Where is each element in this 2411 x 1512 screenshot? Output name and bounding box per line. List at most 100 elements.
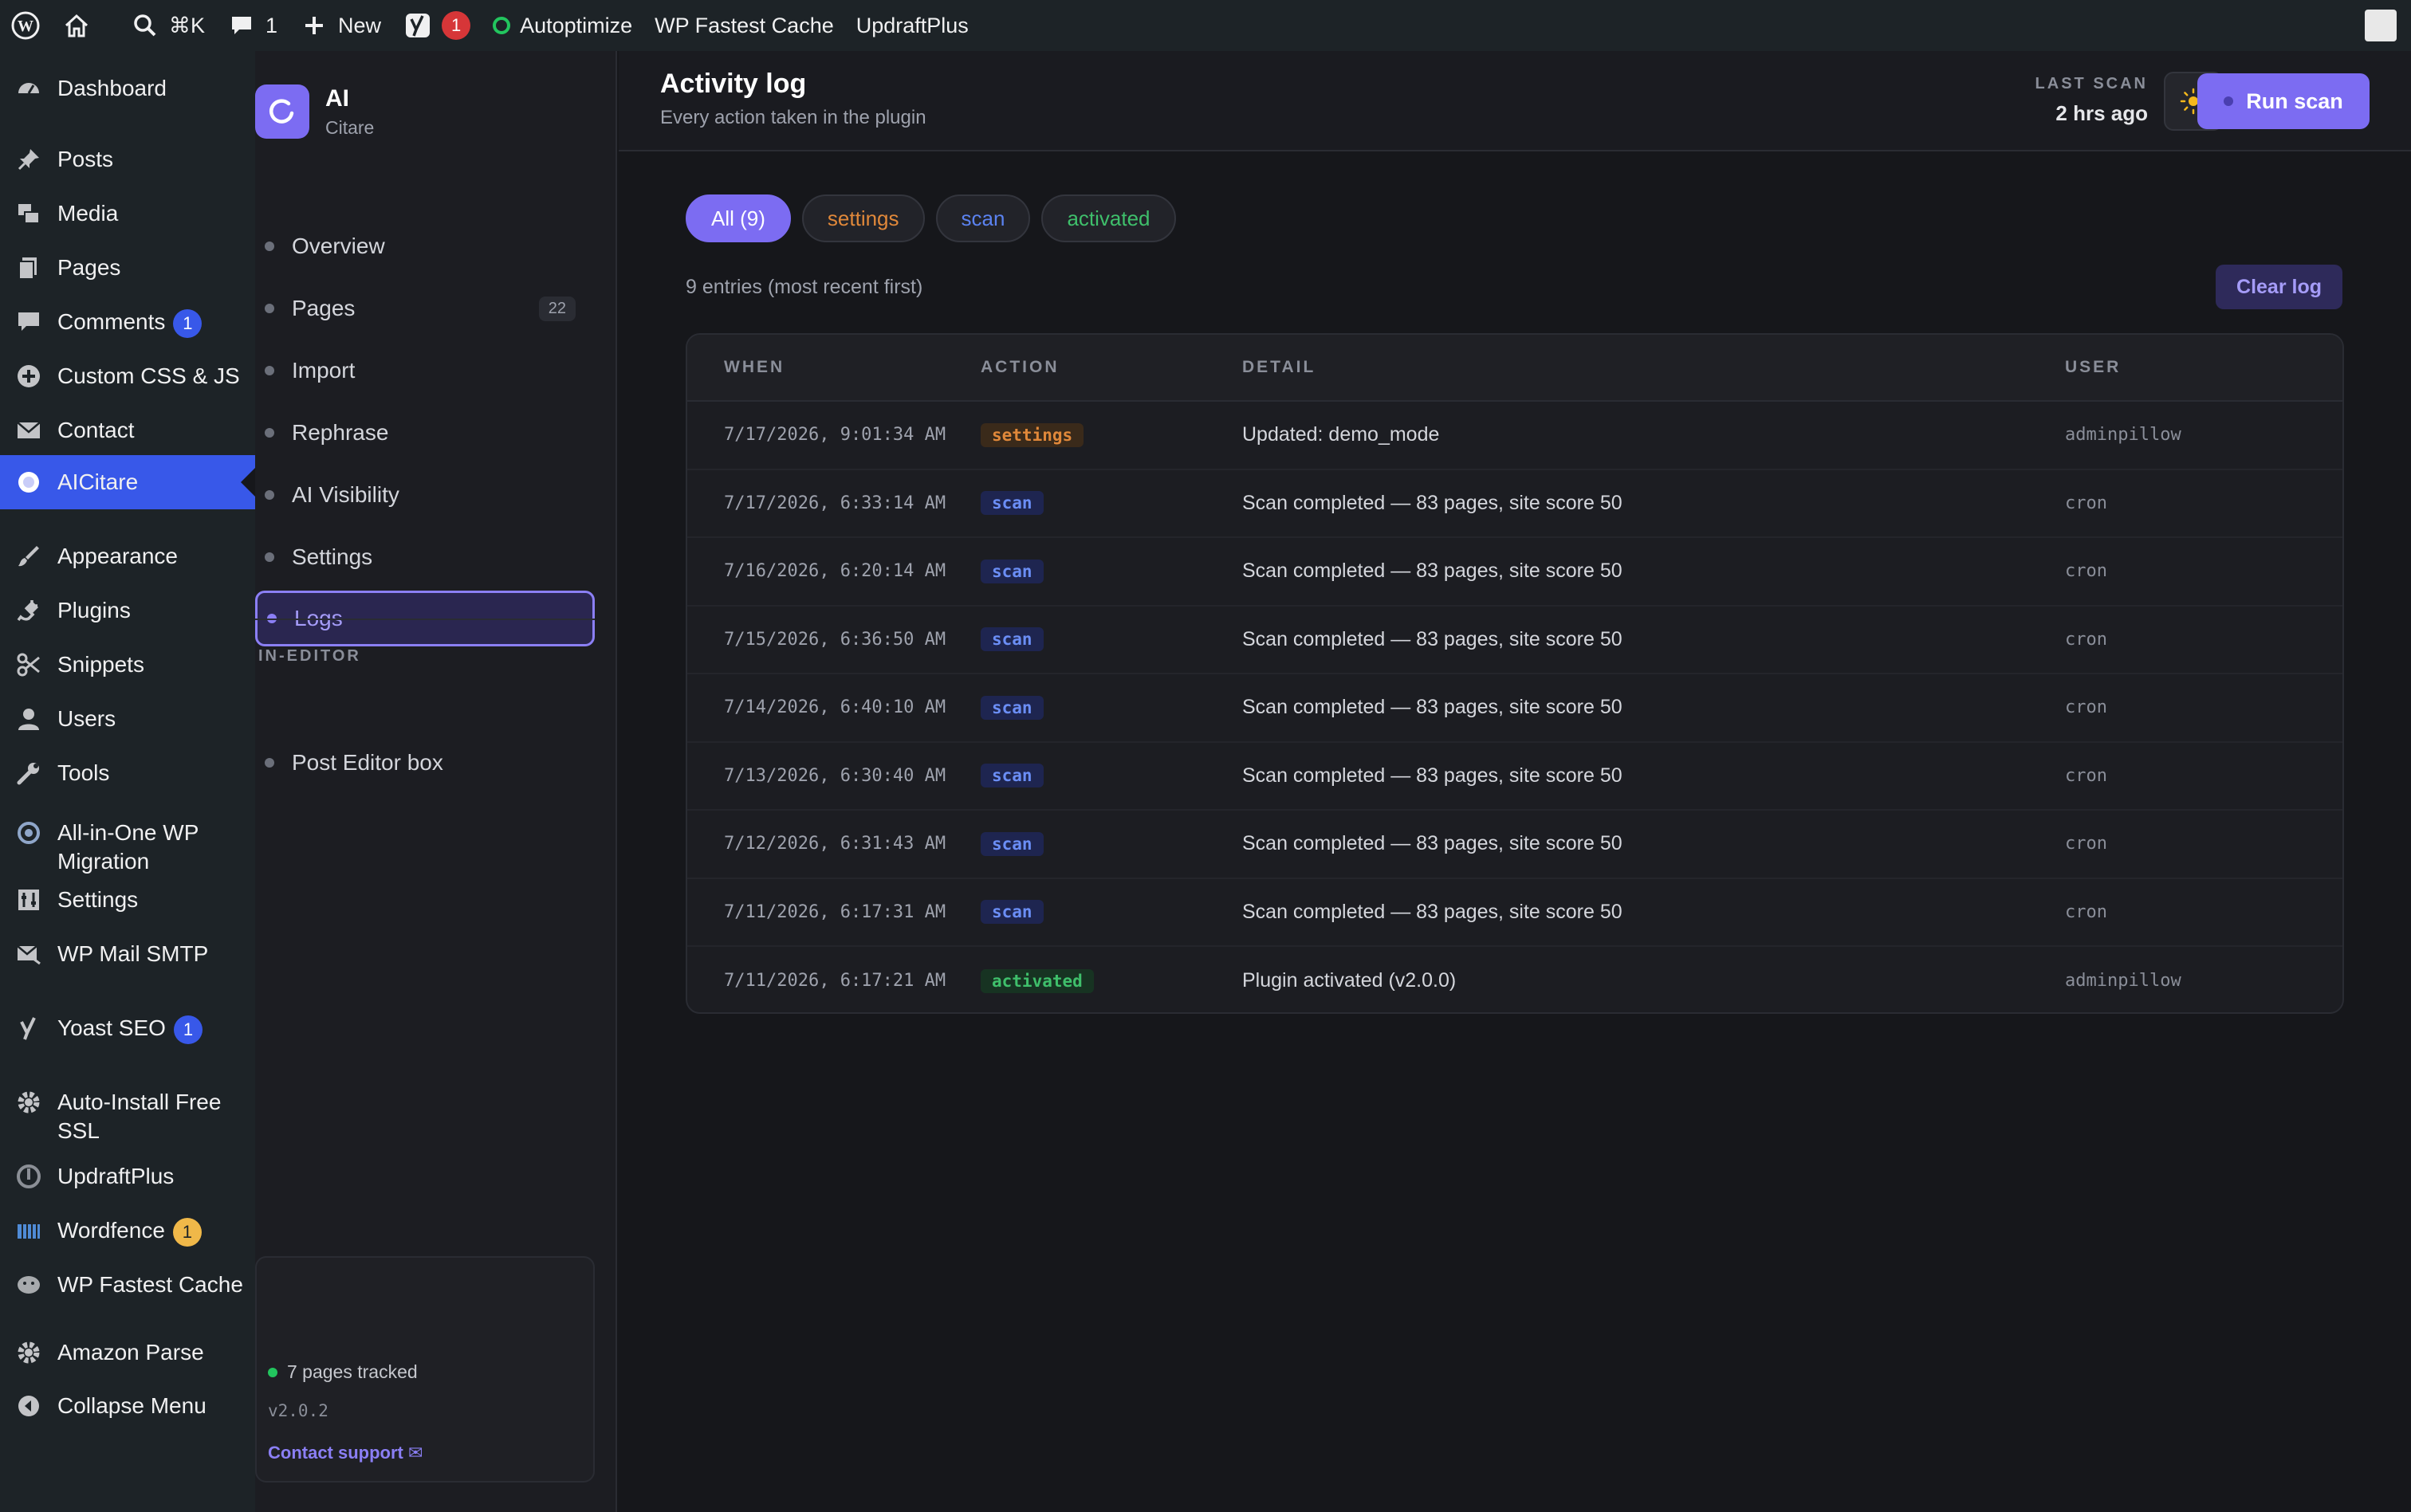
sidebar-item-media[interactable]: Media bbox=[0, 199, 255, 228]
sidebar-item-pages[interactable]: Pages bbox=[0, 253, 255, 282]
user-icon bbox=[14, 705, 43, 733]
table-row: 7/13/2026, 6:30:40 AM scan Scan completed … bbox=[687, 743, 2342, 811]
sidebar-item-text: Pages bbox=[57, 255, 121, 280]
sidebar-item-wp-fastest-cache[interactable]: WP Fastest Cache bbox=[0, 1270, 255, 1299]
sidebar-item-label: Custom CSS & JS bbox=[57, 362, 255, 391]
sidebar-item-label: All-in-One WP Migration bbox=[57, 819, 255, 876]
updraftplus-button[interactable]: UpdraftPlus bbox=[845, 0, 980, 51]
sidebar-item-text: UpdraftPlus bbox=[57, 1164, 175, 1188]
sidebar-item-text: Media bbox=[57, 201, 119, 226]
sidebar-item-auto-install-free-ssl[interactable]: Auto-Install Free SSL bbox=[0, 1088, 255, 1145]
nav-dot-icon bbox=[265, 242, 274, 251]
page-subtitle: Every action taken in the plugin bbox=[660, 107, 926, 128]
sidebar-item-wp-mail-smtp[interactable]: WP Mail SMTP bbox=[0, 940, 255, 968]
main-content: Activity log Every action taken in the p… bbox=[619, 51, 2411, 1512]
filter-chip-all[interactable]: All (9) bbox=[686, 194, 791, 242]
sidebar-item-text: Plugins bbox=[57, 598, 131, 622]
yoast-icon bbox=[403, 11, 432, 40]
sidebar-item-label: Yoast SEO 1 bbox=[57, 1014, 255, 1044]
yoast-button[interactable]: 1 bbox=[392, 0, 482, 51]
sidebar-item-dashboard[interactable]: Dashboard bbox=[0, 74, 255, 103]
cell-when: 7/17/2026, 9:01:34 AM bbox=[724, 425, 946, 446]
sidebar-item-plugins[interactable]: Plugins bbox=[0, 596, 255, 625]
avatar[interactable] bbox=[2365, 10, 2397, 41]
filter-chip-activated[interactable]: activated bbox=[1041, 194, 1176, 242]
wordpress-logo-button[interactable]: W bbox=[0, 0, 51, 51]
sidebar-item-text: Yoast SEO bbox=[57, 1015, 166, 1040]
sidebar-item-updraftplus[interactable]: UpdraftPlus bbox=[0, 1162, 255, 1191]
cell-detail: Updated: demo_mode bbox=[1242, 423, 1440, 446]
sidebar-item-label: Amazon Parse bbox=[57, 1338, 255, 1367]
sidebar-item-text: Collapse Menu bbox=[57, 1393, 206, 1418]
sidebar-item-label: Collapse Menu bbox=[57, 1392, 255, 1420]
command-search-button[interactable]: ⌘K bbox=[120, 0, 216, 51]
table-header: WHEN ACTION DETAIL USER bbox=[687, 335, 2342, 402]
nav-item-label: Settings bbox=[292, 544, 373, 569]
sidebar-item-aicitare[interactable]: AICitare bbox=[0, 455, 255, 509]
sidebar-item-collapse-menu[interactable]: Collapse Menu bbox=[0, 1392, 255, 1420]
filter-chip-scan[interactable]: scan bbox=[935, 194, 1031, 242]
activity-log-table: WHEN ACTION DETAIL USER 7/17/2026, 9:01:… bbox=[686, 333, 2344, 1014]
sidebar-item-posts[interactable]: Posts bbox=[0, 145, 255, 174]
sidebar-item-label: Contact bbox=[57, 416, 255, 445]
run-scan-label: Run scan bbox=[2246, 88, 2343, 113]
cell-when: 7/11/2026, 6:17:31 AM bbox=[724, 901, 946, 922]
site-home-button[interactable] bbox=[51, 0, 102, 51]
new-content-button[interactable]: New bbox=[289, 0, 392, 51]
sidebar-item-label: Auto-Install Free SSL bbox=[57, 1088, 255, 1145]
nav-item-post-editor-box[interactable]: Post Editor box bbox=[255, 735, 595, 791]
sidebar-item-label: WP Mail SMTP bbox=[57, 940, 255, 968]
comments-button[interactable]: 1 bbox=[216, 0, 289, 51]
sidebar-item-appearance[interactable]: Appearance bbox=[0, 542, 255, 571]
sidebar-item-label: Pages bbox=[57, 253, 255, 282]
cell-action: scan bbox=[981, 831, 1242, 856]
aicitare-logo-icon bbox=[255, 84, 309, 139]
wp-admin-menu: Dashboard Posts Media Pages Comments 1 Custom … bbox=[0, 51, 255, 1512]
sidebar-item-custom-css-js[interactable]: Custom CSS & JS bbox=[0, 362, 255, 391]
nav-dot-icon bbox=[265, 304, 274, 313]
nav-item-settings[interactable]: Settings bbox=[255, 529, 595, 585]
nav-item-rephrase[interactable]: Rephrase bbox=[255, 405, 595, 461]
run-scan-button[interactable]: Run scan bbox=[2197, 73, 2370, 129]
contact-support-link[interactable]: Contact support ✉ bbox=[268, 1443, 423, 1463]
nav-dot-icon bbox=[265, 758, 274, 768]
pages-icon bbox=[14, 253, 43, 282]
sidebar-item-snippets[interactable]: Snippets bbox=[0, 650, 255, 679]
cell-user: cron bbox=[2065, 561, 2107, 582]
clear-log-button[interactable]: Clear log bbox=[2216, 265, 2342, 309]
sidebar-item-yoast-seo[interactable]: Yoast SEO 1 bbox=[0, 1014, 255, 1044]
sidebar-item-amazon-parse[interactable]: Amazon Parse bbox=[0, 1338, 255, 1367]
count-badge: 1 bbox=[173, 308, 203, 338]
cell-action: scan bbox=[981, 491, 1242, 516]
cell-user: cron bbox=[2065, 765, 2107, 786]
cell-detail: Scan completed — 83 pages, site score 50 bbox=[1242, 900, 1622, 923]
section-label: IN-EDITOR bbox=[258, 647, 361, 665]
table-row: 7/14/2026, 6:40:10 AM scan Scan completed … bbox=[687, 674, 2342, 743]
sidebar-item-text: WP Mail SMTP bbox=[57, 941, 209, 966]
sidebar-item-users[interactable]: Users bbox=[0, 705, 255, 733]
sidebar-item-contact[interactable]: Contact bbox=[0, 416, 255, 445]
cell-user: cron bbox=[2065, 901, 2107, 922]
nav-item-import[interactable]: Import bbox=[255, 343, 595, 399]
table-row: 7/15/2026, 6:36:50 AM scan Scan completed … bbox=[687, 607, 2342, 674]
sidebar-item-tools[interactable]: Tools bbox=[0, 759, 255, 787]
wordfence-icon bbox=[14, 1216, 43, 1245]
sidebar-item-label: Posts bbox=[57, 145, 255, 174]
divider bbox=[255, 619, 595, 620]
nav-item-ai-visibility[interactable]: AI Visibility bbox=[255, 467, 595, 523]
mail-smtp-icon bbox=[14, 940, 43, 968]
sidebar-item-comments[interactable]: Comments 1 bbox=[0, 308, 255, 338]
column-header-detail: DETAIL bbox=[1242, 358, 1316, 376]
cell-detail: Scan completed — 83 pages, site score 50 bbox=[1242, 491, 1622, 514]
sidebar-item-settings[interactable]: Settings bbox=[0, 886, 255, 914]
sidebar-item-wordfence[interactable]: Wordfence 1 bbox=[0, 1216, 255, 1247]
filter-chip-settings[interactable]: settings bbox=[801, 194, 925, 242]
wp-fastest-cache-button[interactable]: WP Fastest Cache bbox=[643, 0, 845, 51]
nav-item-overview[interactable]: Overview bbox=[255, 218, 595, 274]
search-shortcut: ⌘K bbox=[169, 13, 206, 37]
sidebar-item-text: Contact bbox=[57, 418, 135, 442]
nav-item-pages[interactable]: Pages 22 bbox=[255, 281, 595, 336]
sidebar-item-all-in-one-wp-migration[interactable]: All-in-One WP Migration bbox=[0, 819, 255, 876]
cell-when: 7/11/2026, 6:17:21 AM bbox=[724, 971, 946, 992]
autoptimize-button[interactable]: Autoptimize bbox=[482, 0, 643, 51]
